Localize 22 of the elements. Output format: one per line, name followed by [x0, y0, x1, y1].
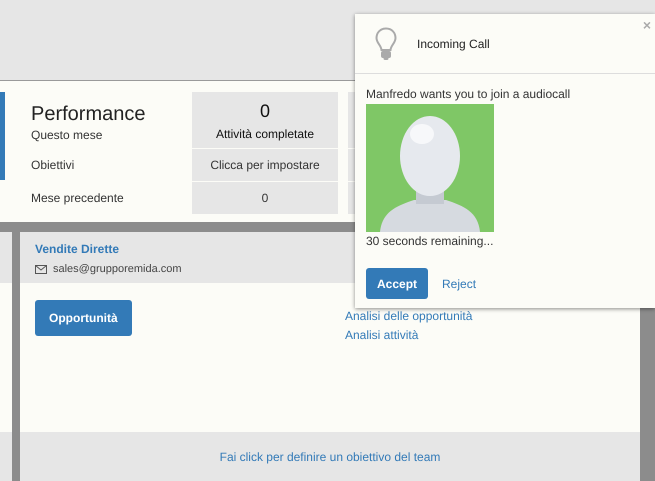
kpi-caption: Attività completate: [216, 126, 314, 140]
row-label: Obiettivi: [31, 157, 76, 174]
section-title: Performance: [31, 102, 146, 126]
email-text: sales@grupporemida.com: [53, 263, 182, 275]
call-message: Manfredo wants you to join a audiocall: [366, 87, 572, 101]
accept-button[interactable]: Accept: [366, 268, 428, 299]
close-button[interactable]: ×: [642, 18, 651, 32]
team-name: Vendite Dirette: [35, 242, 120, 256]
kpi-value: 0: [260, 100, 270, 122]
envelope-icon: [35, 264, 47, 274]
reject-link[interactable]: Reject: [442, 276, 476, 290]
analysis-link[interactable]: Analisi delle opportunità: [345, 309, 472, 323]
countdown-text: 30 seconds remaining...: [366, 234, 494, 248]
row-label: Mese precedente: [31, 190, 125, 207]
analysis-link[interactable]: Analisi attività: [345, 328, 418, 342]
lightbulb-icon: [375, 26, 397, 60]
row-label: Questo mese: [31, 128, 104, 142]
popup-title: Incoming Call: [417, 36, 490, 50]
opportunity-button[interactable]: Opportunità: [35, 300, 132, 336]
table-cell: 0: [192, 182, 338, 214]
table-cell: Clicca per impostare: [192, 149, 338, 181]
team-goal-link[interactable]: Fai click per definire un obiettivo del team: [220, 450, 440, 464]
